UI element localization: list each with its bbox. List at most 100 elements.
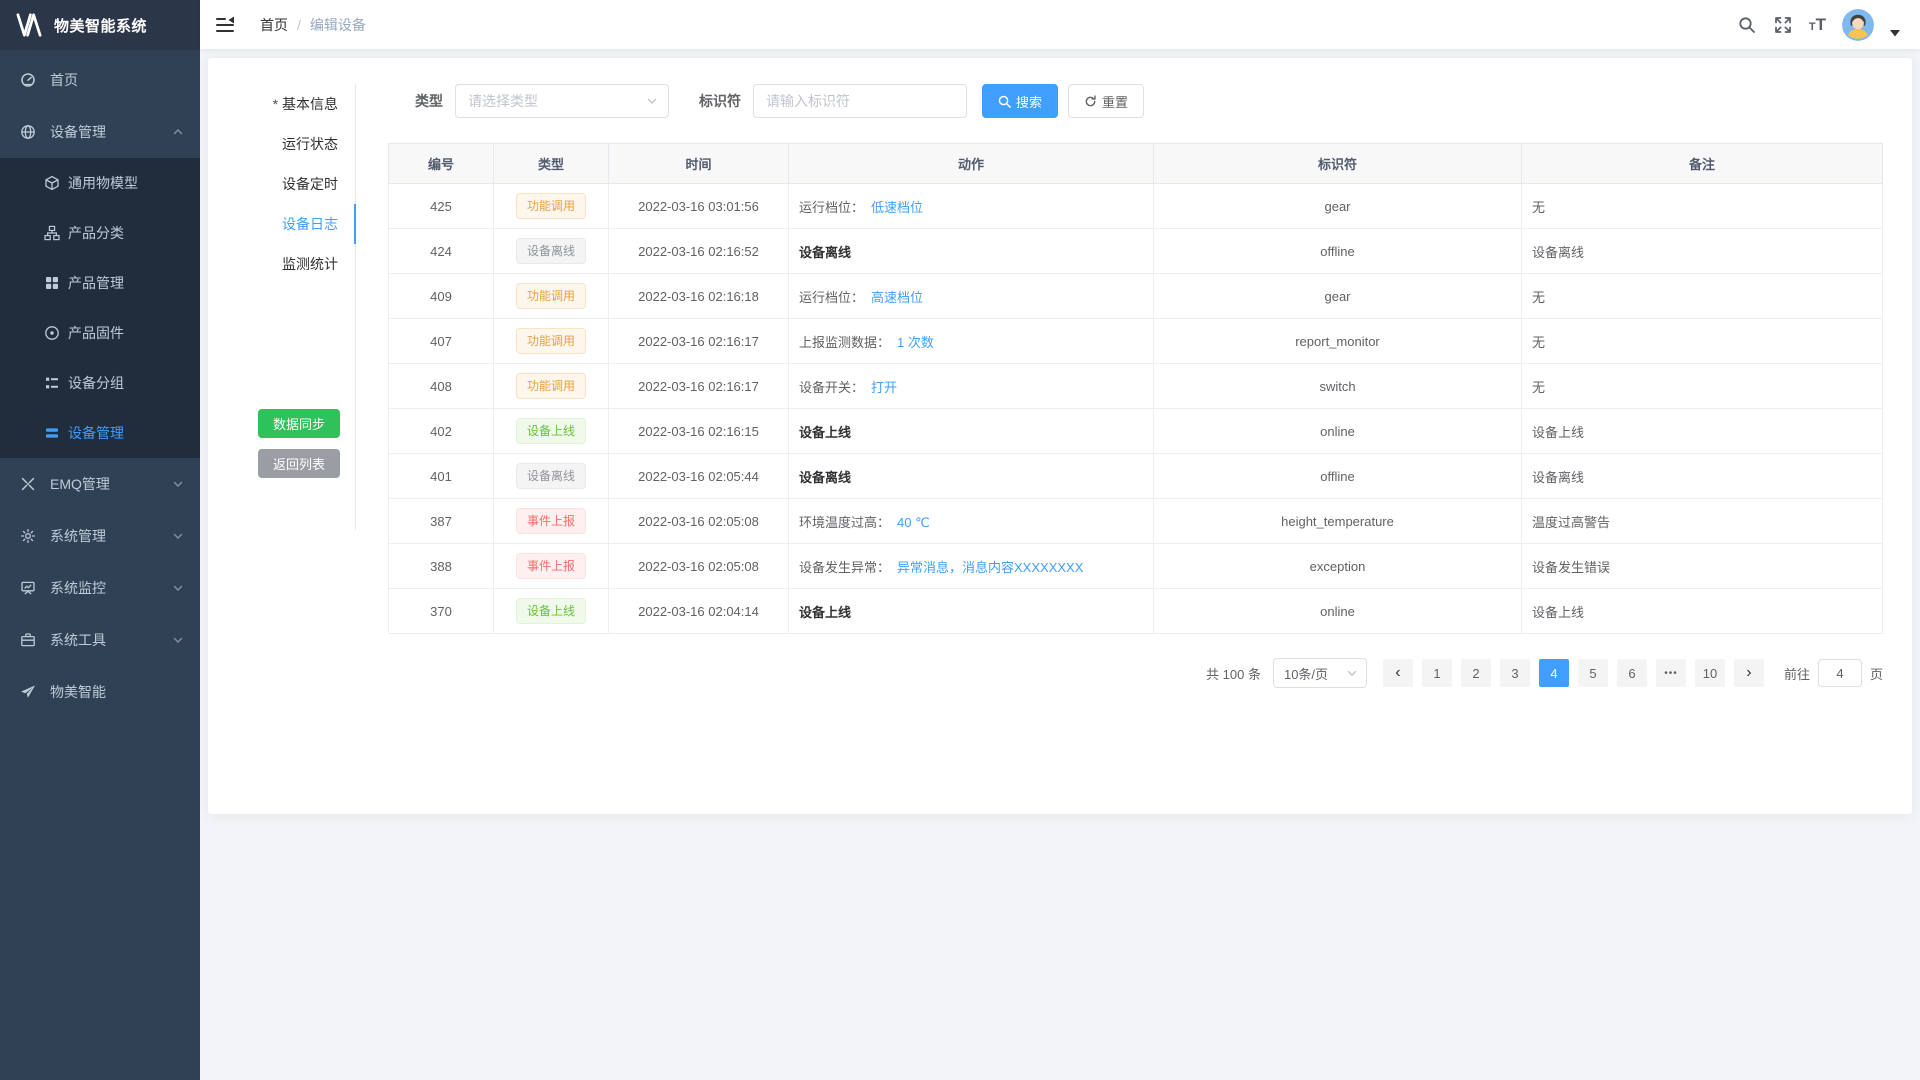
log-panel: 类型 请选择类型 标识符 搜索 — [356, 58, 1912, 814]
goto-page-input[interactable] — [1818, 659, 1862, 687]
tab-basic-info[interactable]: * 基本信息 — [208, 84, 356, 124]
type-select-placeholder: 请选择类型 — [468, 91, 538, 111]
sidebar-item-system-mgmt[interactable]: 系统管理 — [0, 510, 200, 562]
sidebar-item-system-monitor[interactable]: 系统监控 — [0, 562, 200, 614]
chevron-down-icon — [172, 478, 184, 490]
log-identifier: gear — [1154, 274, 1522, 319]
type-label: 类型 — [415, 91, 443, 111]
page-button-1[interactable]: 1 — [1422, 659, 1452, 687]
monitor-icon — [20, 580, 36, 596]
page-button-3[interactable]: 3 — [1500, 659, 1530, 687]
tab-device-log[interactable]: 设备日志 — [208, 204, 356, 244]
identifier-input[interactable] — [753, 84, 967, 118]
column-header: 类型 — [494, 144, 609, 184]
log-id: 370 — [389, 589, 494, 634]
log-type-tag: 功能调用 — [516, 373, 586, 399]
action-link[interactable]: 1 次数 — [897, 335, 934, 350]
page-button-10[interactable]: 10 — [1695, 659, 1725, 687]
log-remark: 设备离线 — [1522, 229, 1883, 274]
topbar: 首页 / 编辑设备 TT — [200, 0, 1920, 50]
action-link[interactable]: 异常消息，消息内容XXXXXXXX — [897, 560, 1083, 575]
log-action: 上报监测数据： 1 次数 — [789, 319, 1154, 364]
font-size-icon[interactable]: TT — [1809, 15, 1826, 35]
sidebar-item-label: 系统管理 — [50, 526, 172, 546]
tab-run-status[interactable]: 运行状态 — [208, 124, 356, 164]
data-sync-button[interactable]: 数据同步 — [258, 409, 340, 438]
sidebar-item-product-firmware[interactable]: 产品固件 — [0, 308, 200, 358]
prev-page-button[interactable]: ‹ — [1383, 659, 1413, 687]
page-button-5[interactable]: 5 — [1578, 659, 1608, 687]
fullscreen-icon[interactable] — [1773, 15, 1793, 35]
caret-down-icon[interactable] — [1890, 24, 1900, 42]
sidebar-item-product-category[interactable]: 产品分类 — [0, 208, 200, 258]
breadcrumb-home[interactable]: 首页 — [260, 15, 288, 35]
reset-button[interactable]: 重置 — [1068, 84, 1144, 118]
tab-list: * 基本信息运行状态设备定时设备日志监测统计 — [208, 84, 356, 284]
sidebar-item-device-group[interactable]: 设备分组 — [0, 358, 200, 408]
page-button-6[interactable]: 6 — [1617, 659, 1647, 687]
app-logo[interactable]: 物美智能系统 — [0, 0, 200, 50]
breadcrumb-current: 编辑设备 — [310, 15, 366, 35]
log-action: 运行档位：低速档位 — [789, 184, 1154, 229]
next-page-button[interactable]: › — [1734, 659, 1764, 687]
sidebar-item-wumei-smart[interactable]: 物美智能 — [0, 666, 200, 718]
log-id: 388 — [389, 544, 494, 589]
log-time: 2022-03-16 02:04:14 — [609, 589, 789, 634]
page-button-2[interactable]: 2 — [1461, 659, 1491, 687]
action-link[interactable]: 低速档位 — [871, 200, 923, 215]
log-time: 2022-03-16 02:16:18 — [609, 274, 789, 319]
chevron-up-icon — [172, 126, 184, 138]
avatar[interactable] — [1842, 9, 1874, 41]
sidebar-toggle-button[interactable] — [200, 0, 250, 50]
log-time: 2022-03-16 03:01:56 — [609, 184, 789, 229]
log-remark: 无 — [1522, 274, 1883, 319]
tools-icon — [20, 632, 36, 648]
goto-page: 前往 页 — [1784, 659, 1883, 687]
sidebar-item-device-mgmt[interactable]: 设备管理 — [0, 106, 200, 158]
action-link[interactable]: 40 ℃ — [897, 515, 930, 530]
action-link[interactable]: 高速档位 — [871, 290, 923, 305]
log-identifier: height_temperature — [1154, 499, 1522, 544]
log-type-tag: 事件上报 — [516, 508, 586, 534]
fold-icon — [215, 16, 235, 34]
sidebar-item-emq-mgmt[interactable]: EMQ管理 — [0, 458, 200, 510]
page-button-4[interactable]: 4 — [1539, 659, 1569, 687]
sidebar-item-device-list[interactable]: 设备管理 — [0, 408, 200, 458]
log-remark: 无 — [1522, 364, 1883, 409]
sidebar-item-thing-model[interactable]: 通用物模型 — [0, 158, 200, 208]
sidebar-item-label: 设备分组 — [68, 373, 184, 393]
log-time: 2022-03-16 02:16:15 — [609, 409, 789, 454]
sidebar-item-label: 物美智能 — [50, 682, 184, 702]
table-header-row: 编号类型时间动作标识符备注 — [389, 144, 1883, 184]
log-id: 409 — [389, 274, 494, 319]
firmware-icon — [44, 325, 60, 341]
type-select[interactable]: 请选择类型 — [455, 84, 669, 118]
log-row: 425功能调用2022-03-16 03:01:56运行档位：低速档位gear无 — [389, 184, 1883, 229]
sidebar-item-home[interactable]: 首页 — [0, 54, 200, 106]
log-identifier: offline — [1154, 229, 1522, 274]
page-size-select[interactable]: 10条/页 — [1273, 658, 1367, 688]
action-text: 设备离线 — [799, 470, 851, 485]
column-header: 时间 — [609, 144, 789, 184]
action-text: 上报监测数据： — [799, 335, 890, 350]
sidebar-item-system-tools[interactable]: 系统工具 — [0, 614, 200, 666]
log-identifier: switch — [1154, 364, 1522, 409]
sidebar-item-label: 首页 — [50, 70, 184, 90]
tab-monitor-stats[interactable]: 监测统计 — [208, 244, 356, 284]
log-row: 402设备上线2022-03-16 02:16:15设备上线online设备上线 — [389, 409, 1883, 454]
reset-button-label: 重置 — [1102, 92, 1128, 111]
action-link[interactable]: 打开 — [871, 380, 897, 395]
total-count: 共 100 条 — [1206, 664, 1261, 683]
tab-label: 设备定时 — [282, 176, 338, 192]
action-text: 设备上线 — [799, 425, 851, 440]
sidebar-item-product-mgmt[interactable]: 产品管理 — [0, 258, 200, 308]
log-id: 402 — [389, 409, 494, 454]
page-ellipsis[interactable]: ••• — [1656, 659, 1686, 687]
search-button[interactable]: 搜索 — [982, 84, 1058, 118]
sidebar: 物美智能系统 首页设备管理通用物模型产品分类产品管理产品固件设备分组设备管理EM… — [0, 0, 200, 1080]
edit-device-card: * 基本信息运行状态设备定时设备日志监测统计 数据同步 返回列表 类型 请选择类… — [207, 57, 1913, 815]
search-icon[interactable] — [1737, 15, 1757, 35]
tab-device-timer[interactable]: 设备定时 — [208, 164, 356, 204]
back-to-list-button[interactable]: 返回列表 — [258, 449, 340, 478]
log-remark: 设备上线 — [1522, 409, 1883, 454]
